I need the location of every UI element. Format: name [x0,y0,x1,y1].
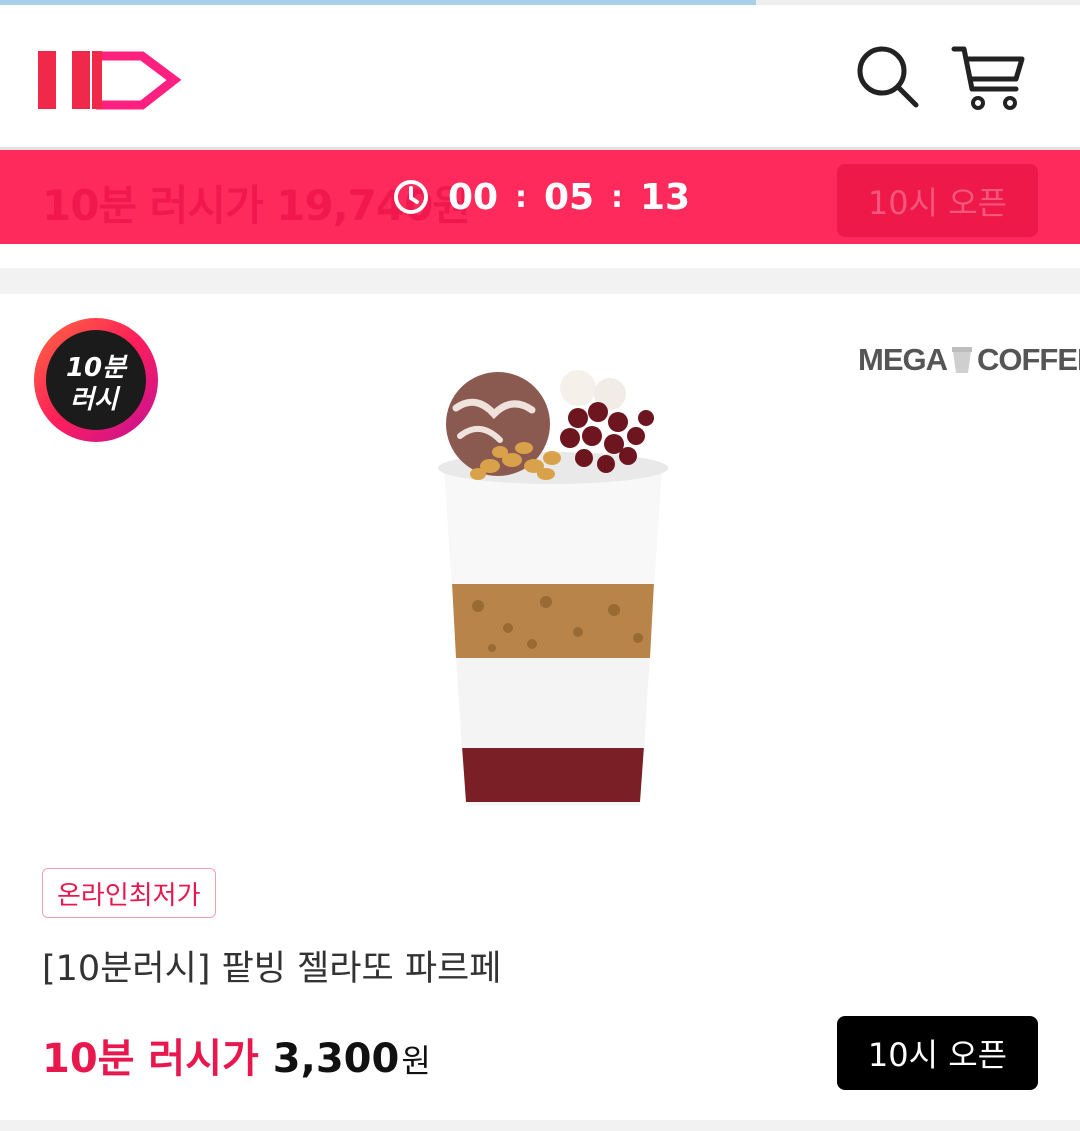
timer-minutes: 05 [543,176,595,218]
section-gap [0,244,1080,268]
badge-line-1: 10분 [66,353,128,383]
price-value: 3,300 [272,1036,400,1082]
mega-coffee-logo: MEGA COFFEE [858,340,1080,380]
lowest-price-tag: 온라인최저가 [42,868,216,918]
product-page: 10분 러시가 19,740원 00 : 05 : 13 10시 오픈 10분 … [0,0,1080,1131]
ten-minute-rush-badge: 10분 러시 [32,316,160,444]
coffee-cup-icon [952,347,972,373]
timer-hours: 00 [447,176,499,218]
rush-bar-open-button[interactable]: 10시 오픈 [837,164,1038,237]
cart-icon[interactable] [948,41,1028,113]
clock-icon [394,180,428,214]
countdown-timer: 00 : 05 : 13 [392,174,692,220]
timer-separator: : [611,179,623,215]
top-header [0,5,1080,147]
rush-timer-bar: 10분 러시가 19,740원 00 : 05 : 13 10시 오픈 [0,150,1080,244]
brand-name-right: COFFEE [977,342,1080,377]
product-card[interactable]: 10분 러시 MEGA COFFEE [0,294,1080,1120]
brand-name-left: MEGA [858,342,948,377]
price-unit: 원 [401,1042,431,1080]
price-label: 10분 러시가 [42,1036,259,1082]
timer-separator: : [515,179,527,215]
product-title[interactable]: [10분러시] 팥빙 젤라또 파르페 [42,940,501,991]
open-at-10-button[interactable]: 10시 오픈 [837,1016,1038,1090]
badge-line-2: 러시 [70,385,121,415]
price-row: 10분 러시가 3,300 원 [42,1026,431,1084]
timer-seconds: 13 [639,176,691,218]
search-icon[interactable] [852,41,924,113]
eleven-street-logo[interactable] [34,39,184,113]
parfait-product-image[interactable] [428,366,678,816]
